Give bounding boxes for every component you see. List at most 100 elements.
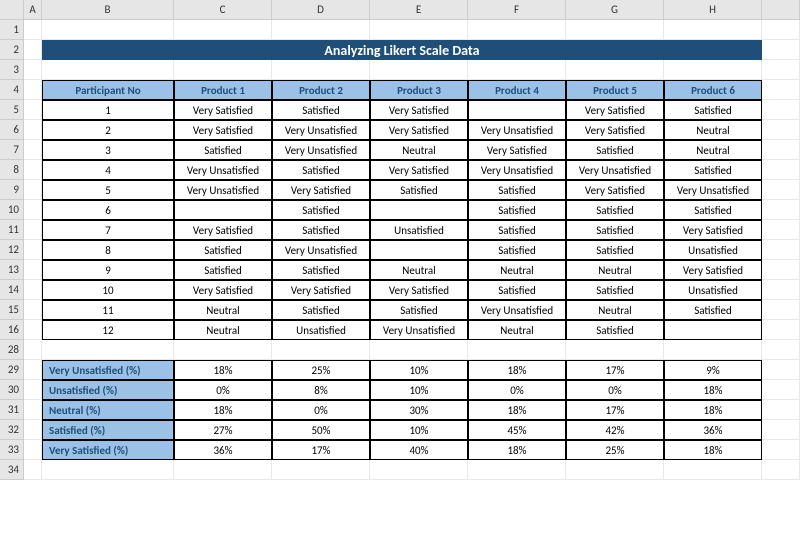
cell[interactable] xyxy=(664,340,762,360)
row-10[interactable]: 10 xyxy=(0,200,24,220)
select-all-corner[interactable] xyxy=(0,0,24,20)
data-cell[interactable] xyxy=(370,240,468,260)
row-7[interactable]: 7 xyxy=(0,140,24,160)
data-cell[interactable]: Satisfied xyxy=(566,280,664,300)
data-cell[interactable]: Neutral xyxy=(566,300,664,320)
pct-cell[interactable]: 36% xyxy=(174,440,272,460)
cell[interactable] xyxy=(24,140,42,160)
row-15[interactable]: 15 xyxy=(0,300,24,320)
cell[interactable] xyxy=(24,200,42,220)
cell[interactable] xyxy=(24,260,42,280)
cell[interactable] xyxy=(762,420,800,440)
pct-cell[interactable]: 27% xyxy=(174,420,272,440)
cell[interactable] xyxy=(24,340,42,360)
cell[interactable] xyxy=(42,460,174,480)
cell[interactable] xyxy=(468,20,566,40)
col-A[interactable]: A xyxy=(24,0,42,20)
cell[interactable] xyxy=(24,160,42,180)
pct-cell[interactable]: 18% xyxy=(664,400,762,420)
col-C[interactable]: C xyxy=(174,0,272,20)
data-cell[interactable]: Satisfied xyxy=(468,200,566,220)
header-participant[interactable]: Participant No xyxy=(42,80,174,100)
cell[interactable] xyxy=(664,60,762,80)
data-cell[interactable] xyxy=(174,200,272,220)
row-29[interactable]: 29 xyxy=(0,360,24,380)
participant-no[interactable]: 8 xyxy=(42,240,174,260)
pct-cell[interactable]: 9% xyxy=(664,360,762,380)
data-cell[interactable]: Very Unsatisfied xyxy=(664,180,762,200)
data-cell[interactable]: Satisfied xyxy=(272,200,370,220)
data-cell[interactable]: Neutral xyxy=(370,140,468,160)
data-cell[interactable]: Very Satisfied xyxy=(370,280,468,300)
data-cell[interactable]: Unsatisfied xyxy=(370,220,468,240)
pct-cell[interactable]: 0% xyxy=(468,380,566,400)
header-product-1[interactable]: Product 1 xyxy=(174,80,272,100)
cell[interactable] xyxy=(370,460,468,480)
data-cell[interactable]: Satisfied xyxy=(664,300,762,320)
pct-cell[interactable]: 42% xyxy=(566,420,664,440)
col-D[interactable]: D xyxy=(272,0,370,20)
cell[interactable] xyxy=(566,20,664,40)
pct-cell[interactable]: 10% xyxy=(370,360,468,380)
cell[interactable] xyxy=(566,460,664,480)
cell[interactable] xyxy=(762,220,800,240)
cell[interactable] xyxy=(24,120,42,140)
pct-cell[interactable]: 0% xyxy=(566,380,664,400)
row-14[interactable]: 14 xyxy=(0,280,24,300)
participant-no[interactable]: 2 xyxy=(42,120,174,140)
row-11[interactable]: 11 xyxy=(0,220,24,240)
pct-cell[interactable]: 18% xyxy=(468,360,566,380)
header-product-5[interactable]: Product 5 xyxy=(566,80,664,100)
row-33[interactable]: 33 xyxy=(0,440,24,460)
pct-cell[interactable]: 36% xyxy=(664,420,762,440)
header-product-4[interactable]: Product 4 xyxy=(468,80,566,100)
pct-cell[interactable]: 18% xyxy=(664,380,762,400)
data-cell[interactable]: Satisfied xyxy=(272,300,370,320)
data-cell[interactable]: Satisfied xyxy=(370,180,468,200)
pct-cell[interactable]: 17% xyxy=(566,400,664,420)
pct-cell[interactable]: 45% xyxy=(468,420,566,440)
data-cell[interactable]: Very Satisfied xyxy=(370,100,468,120)
cell[interactable] xyxy=(174,20,272,40)
data-cell[interactable]: Satisfied xyxy=(664,100,762,120)
cell[interactable] xyxy=(174,460,272,480)
row-28[interactable]: 28 xyxy=(0,340,24,360)
cell[interactable] xyxy=(24,380,42,400)
cell[interactable] xyxy=(762,300,800,320)
pct-cell[interactable]: 40% xyxy=(370,440,468,460)
cell[interactable] xyxy=(24,80,42,100)
data-cell[interactable]: Very Satisfied xyxy=(370,160,468,180)
cell[interactable] xyxy=(24,460,42,480)
data-cell[interactable]: Satisfied xyxy=(468,180,566,200)
cell[interactable] xyxy=(24,60,42,80)
cell[interactable] xyxy=(24,360,42,380)
cell[interactable] xyxy=(24,240,42,260)
cell[interactable] xyxy=(762,280,800,300)
row-6[interactable]: 6 xyxy=(0,120,24,140)
row-1[interactable]: 1 xyxy=(0,20,24,40)
data-cell[interactable] xyxy=(468,100,566,120)
cell[interactable] xyxy=(272,20,370,40)
pct-cell[interactable]: 18% xyxy=(468,440,566,460)
cell[interactable] xyxy=(24,220,42,240)
pct-cell[interactable]: 17% xyxy=(272,440,370,460)
header-product-2[interactable]: Product 2 xyxy=(272,80,370,100)
pct-cell[interactable]: 0% xyxy=(174,380,272,400)
data-cell[interactable]: Unsatisfied xyxy=(272,320,370,340)
cell[interactable] xyxy=(762,160,800,180)
data-cell[interactable]: Satisfied xyxy=(468,280,566,300)
cell[interactable] xyxy=(42,60,174,80)
col-H[interactable]: H xyxy=(664,0,762,20)
cell[interactable] xyxy=(370,20,468,40)
data-cell[interactable]: Satisfied xyxy=(566,320,664,340)
row-31[interactable]: 31 xyxy=(0,400,24,420)
row-8[interactable]: 8 xyxy=(0,160,24,180)
pct-label-neutral[interactable]: Neutral (%) xyxy=(42,400,174,420)
pct-cell[interactable]: 0% xyxy=(272,400,370,420)
data-cell[interactable]: Neutral xyxy=(174,300,272,320)
data-cell[interactable]: Satisfied xyxy=(566,140,664,160)
data-cell[interactable]: Satisfied xyxy=(664,160,762,180)
cell[interactable] xyxy=(762,460,800,480)
cell[interactable] xyxy=(762,140,800,160)
col-B[interactable]: B xyxy=(42,0,174,20)
